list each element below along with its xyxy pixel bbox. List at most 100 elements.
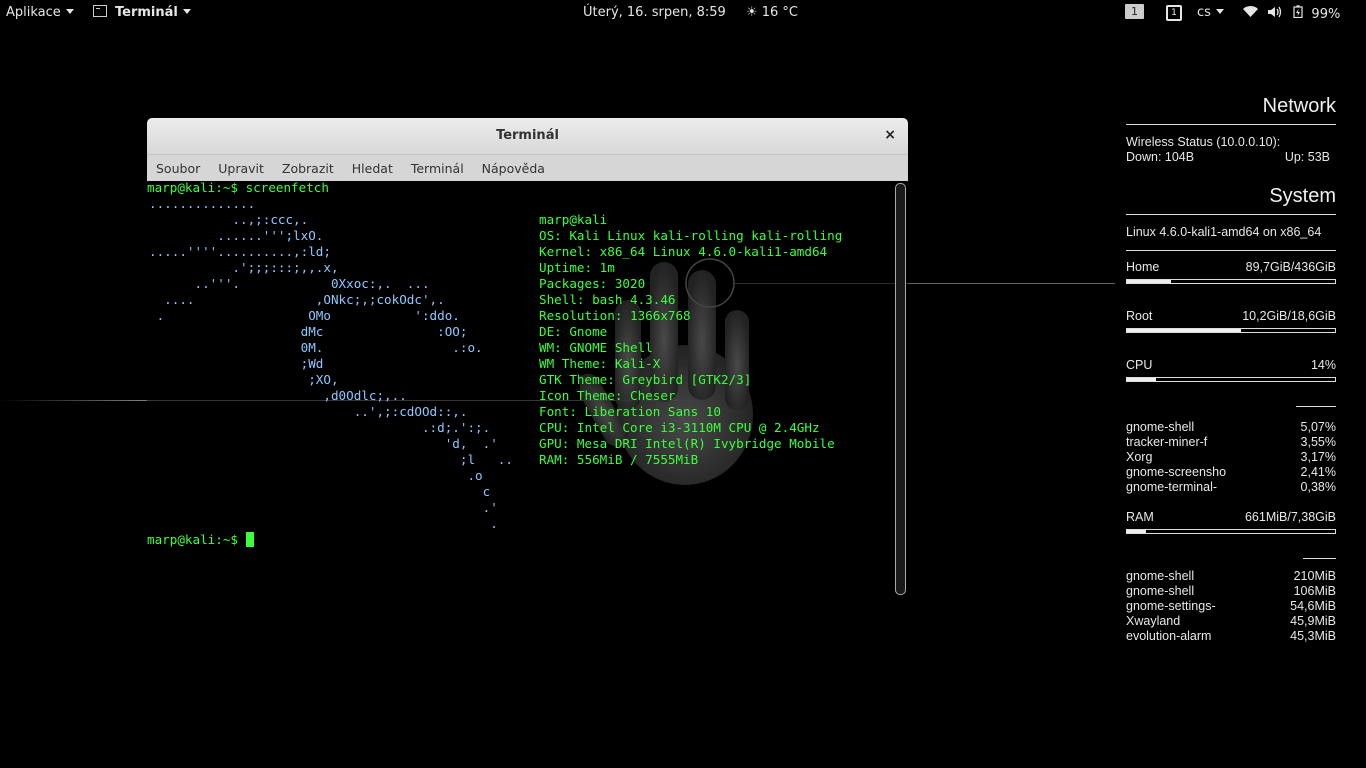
logo-line: ,d0Odlc;,.. [149,388,407,403]
process-value: 3,17% [1300,450,1336,464]
app-menu[interactable]: Terminál [93,5,191,20]
logo-line: .:d;.':;. [149,420,491,435]
logo-line: .... ,ONkc;,;cokOdc',. [149,292,445,307]
logo-line: 'd, .' [149,436,498,451]
logo-line: . OMo ':ddo. [149,308,460,323]
window-titlebar[interactable]: Terminál × [147,118,908,154]
battery-icon [1293,5,1307,22]
process-name: tracker-miner-f [1126,435,1208,449]
divider [1296,406,1336,407]
logo-line: c [149,484,491,499]
logo-line: ......''';lxO. [149,228,324,243]
top-bar: Aplikace Terminál Úterý, 16. srpen, 8:59… [0,0,1366,25]
process-row: gnome-screensho 2,41% [1126,465,1336,480]
down-rate: Down: 104B [1126,150,1195,164]
home-label: Home [1126,260,1160,274]
logo-line: ;Wd [149,356,324,371]
menu-upravit[interactable]: Upravit [209,161,273,176]
home-usage-bar [1126,279,1336,284]
menu-terminal[interactable]: Terminál [402,161,473,176]
menu-zobrazit[interactable]: Zobrazit [273,161,343,176]
battery-percent: 99% [1311,7,1341,22]
logo-line: ..',;:cdOOd::,. [149,404,468,419]
menu-hledat[interactable]: Hledat [343,161,402,176]
up-rate: Up: 53B [1284,150,1330,164]
terminal-output[interactable]: marp@kali:~$ screenfetch .............. … [147,180,892,597]
info-line: GTK Theme: Greybird [GTK2/3] [539,372,752,387]
chevron-down-icon [65,9,74,14]
process-name: gnome-shell [1126,584,1195,598]
process-row: gnome-shell 210MiB [1126,569,1336,584]
menu-bar: Soubor Upravit Zobrazit Hledat Terminál … [147,154,908,181]
process-value: 106MiB [1293,584,1336,598]
process-value: 45,3MiB [1290,629,1336,643]
terminal-icon [93,5,107,17]
process-name: gnome-shell [1126,420,1195,434]
process-value: 45,9MiB [1290,614,1336,628]
info-line: RAM: 556MiB / 7555MiB [539,452,699,467]
workspace-switcher[interactable]: 1 [1166,4,1182,21]
divider [1126,250,1336,251]
wifi-icon [1243,6,1262,22]
info-line: Icon Theme: Cheser [539,388,676,403]
process-value: 0,38% [1300,480,1336,494]
prompt: marp@kali:~$ [147,532,246,547]
process-value: 2,41% [1300,465,1336,479]
applications-menu[interactable]: Aplikace [6,5,74,20]
divider [1303,558,1336,559]
system-menu[interactable]: 99% [1243,5,1340,22]
chevron-down-icon [182,9,191,14]
text-cursor [245,532,254,547]
process-row: evolution-alarm 45,3MiB [1126,629,1336,644]
process-name: gnome-terminal- [1126,480,1218,494]
workspace-icon: 1 [1166,5,1182,21]
info-line: WM: GNOME Shell [539,340,653,355]
logo-line: .';;;:::;,,.x, [149,260,339,275]
logo-line: .....''''..........,:ld; [149,244,331,259]
ram-label: RAM [1126,510,1154,524]
info-line: Packages: 3020 [539,276,646,291]
root-value: 10,2GiB/18,6GiB [1242,309,1336,323]
prompt-line: marp@kali:~$ screenfetch [147,180,329,195]
cpu-value: 14% [1310,358,1336,372]
process-row: tracker-miner-f 3,55% [1126,435,1336,450]
cpu-usage-fill [1127,378,1157,381]
temperature: 16 °C [761,5,798,20]
info-line: Resolution: 1366x768 [539,308,691,323]
info-line: OS: Kali Linux kali-rolling kali-rolling [539,228,843,243]
ram-usage-bar [1126,529,1336,534]
process-name: gnome-shell [1126,569,1195,583]
clock[interactable]: Úterý, 16. srpen, 8:59 ☀ 16 °C [583,5,798,20]
system-heading: System [1126,185,1336,215]
close-button[interactable]: × [884,127,896,143]
home-value: 89,7GiB/436GiB [1245,260,1336,274]
terminal-window[interactable]: Terminál × Soubor Upravit Zobrazit Hleda… [147,118,908,597]
logo-line: ;l .. [149,452,513,467]
ram-process-list: gnome-shell 210MiB gnome-shell 106MiB gnome-… [1126,569,1336,644]
terminal-scrollbar[interactable] [895,183,906,595]
ram-usage-fill [1127,530,1146,533]
logo-line: ..,;:ccc,. [149,212,309,227]
cpu-process-list: gnome-shell 5,07% tracker-miner-f 3,55% Xorg… [1126,420,1336,495]
logo-line: .............. [149,196,256,211]
home-usage-fill [1127,280,1171,283]
process-name: Xwayland [1126,614,1181,628]
root-usage-fill [1127,329,1242,332]
process-name: Xorg [1126,450,1153,464]
info-line: Font: Liberation Sans 10 [539,404,721,419]
cpu-usage-bar [1126,377,1336,382]
process-row: Xwayland 45,9MiB [1126,614,1336,629]
network-heading: Network [1126,95,1336,125]
process-name: gnome-screensho [1126,465,1227,479]
menu-napoveda[interactable]: Nápověda [473,161,554,176]
process-name: gnome-settings- [1126,599,1216,613]
prompt-line-current: marp@kali:~$ [147,532,254,548]
cpu-label: CPU [1126,358,1153,372]
menu-soubor[interactable]: Soubor [147,161,209,176]
process-row: gnome-shell 106MiB [1126,584,1336,599]
language-menu[interactable]: cs [1197,5,1224,20]
workspace-indicator[interactable]: 1 [1125,4,1144,19]
process-row: gnome-settings- 54,6MiB [1126,599,1336,614]
window-title: Terminál [496,128,559,143]
volume-icon [1268,6,1287,22]
